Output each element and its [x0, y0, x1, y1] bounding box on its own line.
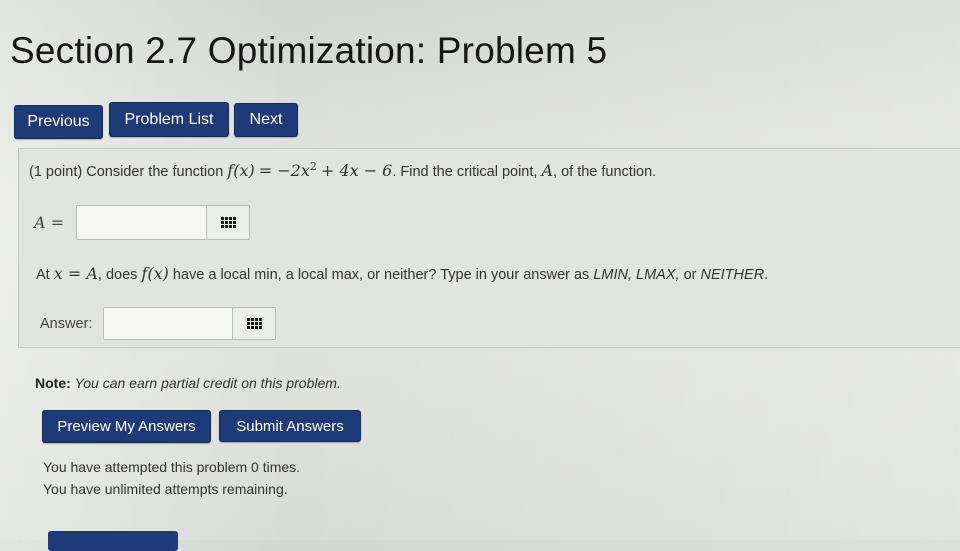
attempts-remaining-text: You have unlimited attempts remaining.: [43, 481, 288, 497]
problem-statement: (1 point) Consider the function f(x) = −…: [29, 160, 656, 180]
point-symbol: A: [541, 160, 554, 180]
problem-list-button[interactable]: Problem List: [109, 102, 229, 137]
previous-button[interactable]: Previous: [14, 105, 103, 139]
q2-options: LMIN, LMAX,: [593, 267, 680, 283]
note-label: Note:: [35, 375, 71, 391]
equation-editor-grid-icon: [246, 318, 262, 329]
points-label: (1 point): [29, 163, 83, 180]
equation-palette-button-answer[interactable]: [232, 307, 276, 340]
answer-a-label: A =: [34, 213, 65, 232]
note-text: You can earn partial credit on this prob…: [74, 375, 341, 391]
critical-point-input[interactable]: [77, 206, 207, 239]
answer-label: Answer:: [40, 316, 93, 332]
bottom-button[interactable]: [48, 531, 178, 551]
q2-period: .: [764, 267, 769, 283]
function-eq: = −2x: [258, 160, 310, 180]
intro-text: Consider the function: [86, 163, 224, 180]
q2-does: , does: [97, 267, 138, 283]
page-title: Section 2.7 Optimization: Problem 5: [10, 30, 608, 71]
q2-fx: f(x): [141, 264, 169, 283]
local-extrema-question: At x = A, does f(x) have a local min, a …: [36, 264, 768, 283]
critical-point-field[interactable]: [76, 205, 208, 240]
attempts-count-text: You have attempted this problem 0 times.: [43, 459, 301, 475]
extrema-answer-field[interactable]: [103, 307, 234, 340]
question-text: . Find the critical point,: [392, 163, 538, 180]
equation-editor-grid-icon: [220, 217, 236, 228]
function-rest: + 4x − 6: [320, 160, 393, 180]
q2-neither: NEITHER: [700, 267, 765, 283]
next-button[interactable]: Next: [234, 103, 298, 137]
extrema-answer-input[interactable]: [104, 308, 233, 339]
q2-have: have a local min, a local max, or neithe…: [172, 267, 590, 283]
preview-answers-button[interactable]: Preview My Answers: [42, 410, 211, 443]
equation-palette-button-a[interactable]: [206, 205, 250, 240]
function-exponent: 2: [309, 160, 317, 173]
function-lhs: f(x): [227, 160, 255, 180]
question-end: , of the function.: [553, 163, 657, 180]
submit-answers-button[interactable]: Submit Answers: [219, 410, 361, 442]
q2-or: or: [683, 267, 697, 283]
partial-credit-note: Note: You can earn partial credit on thi…: [35, 375, 341, 391]
q2-x-equals-a: x = A: [53, 264, 98, 283]
q2-at: At: [36, 267, 50, 283]
